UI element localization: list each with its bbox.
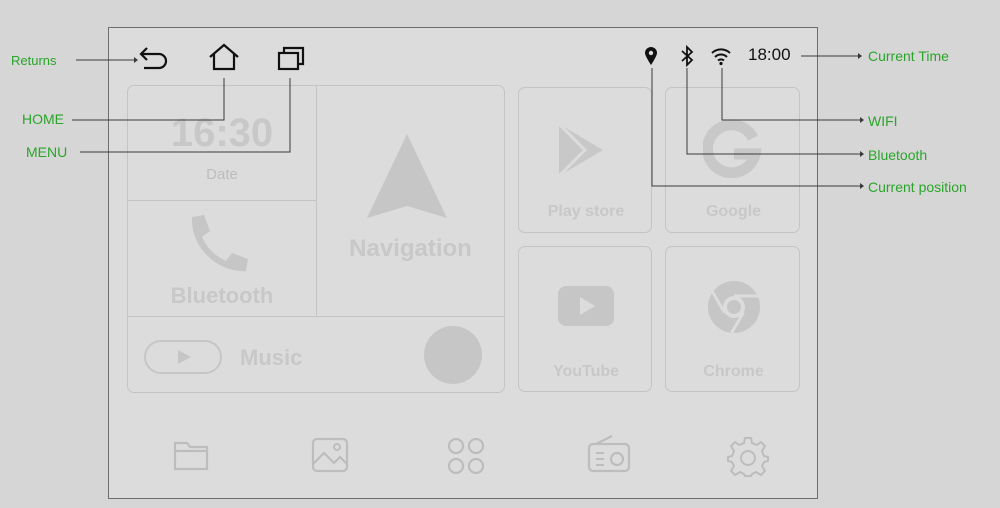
annotation-returns: Returns bbox=[11, 53, 57, 68]
annotation-home: HOME bbox=[22, 111, 64, 127]
annotation-lines bbox=[72, 53, 864, 189]
annotation-bluetooth: Bluetooth bbox=[868, 147, 928, 163]
annotation-wifi: WIFI bbox=[868, 113, 898, 129]
annotation-menu: MENU bbox=[26, 144, 68, 160]
annotation-current-position: Current position bbox=[868, 179, 967, 195]
annotation-current-time: Current Time bbox=[868, 48, 949, 64]
